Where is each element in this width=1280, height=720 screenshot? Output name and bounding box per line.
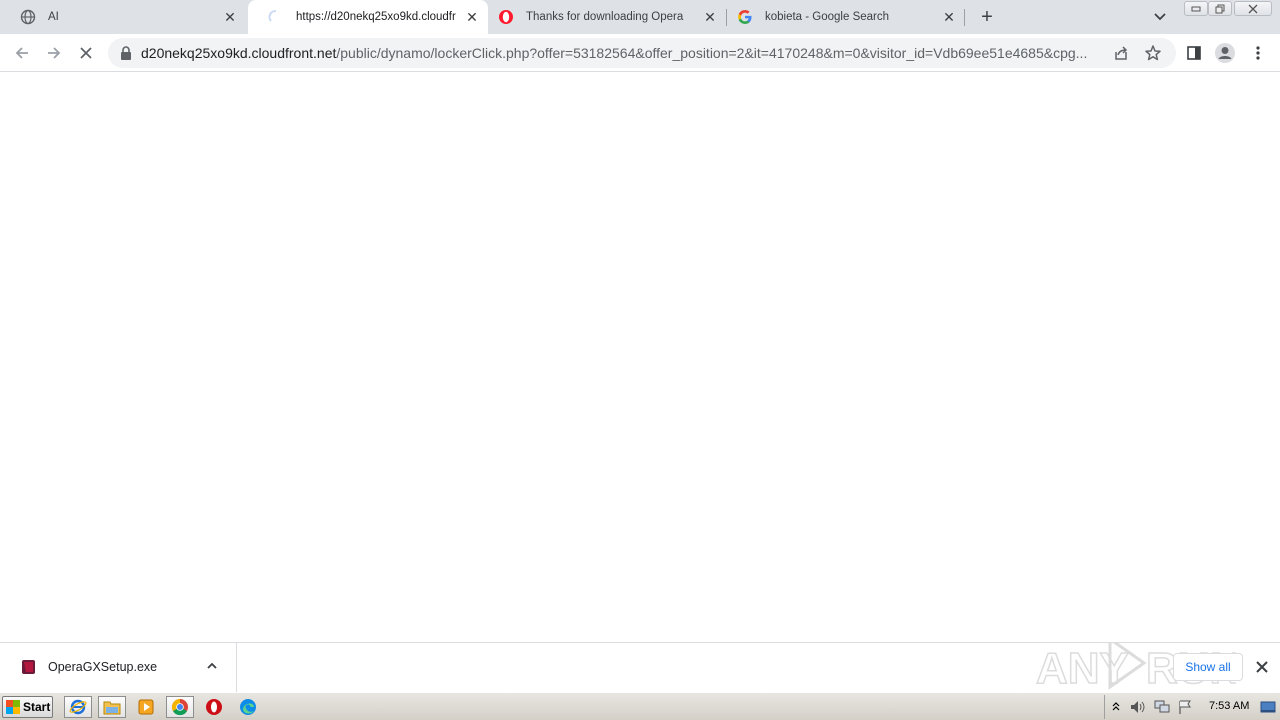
taskbar-app-media-player[interactable] (132, 696, 160, 718)
side-panel-button[interactable] (1183, 42, 1205, 64)
page-content (0, 72, 1280, 642)
taskbar-app-internet-explorer[interactable] (64, 696, 92, 718)
url-path: /public/dynamo/lockerClick.php?offer=531… (336, 45, 1088, 61)
stop-x-icon (80, 47, 92, 59)
kebab-menu-icon (1256, 46, 1260, 60)
browser-toolbar: d20nekq25xo9kd.cloudfront.net/public/dyn… (0, 34, 1280, 72)
action-center-flag-icon[interactable] (1177, 699, 1193, 715)
back-button[interactable] (11, 42, 33, 64)
tab-title: kobieta - Google Search (765, 11, 890, 23)
tab-ai[interactable]: AI ✕ (0, 0, 246, 34)
start-label: Start (23, 700, 51, 714)
loading-spinner-icon (268, 9, 284, 25)
minimize-button[interactable] (1184, 1, 1208, 16)
opera-gx-file-icon (22, 660, 35, 674)
tab-search-chevron-icon[interactable] (1150, 8, 1170, 26)
close-download-bar-icon[interactable] (1253, 658, 1271, 676)
restore-button[interactable] (1208, 1, 1232, 16)
profile-button[interactable] (1214, 42, 1236, 64)
windows-flag-icon (6, 700, 20, 714)
lock-icon (121, 46, 131, 60)
share-icon[interactable] (1112, 44, 1130, 62)
close-tab-icon[interactable]: ✕ (464, 9, 480, 25)
new-tab-button[interactable]: + (976, 6, 998, 28)
close-tab-icon[interactable]: ✕ (702, 9, 718, 25)
tab-google-search[interactable]: kobieta - Google Search ✕ (727, 0, 965, 34)
side-panel-icon (1187, 46, 1201, 60)
forward-arrow-icon (48, 47, 61, 59)
tab-title: https://d20nekq25xo9kd.cloudfront (296, 11, 456, 23)
start-button[interactable]: Start (2, 696, 53, 718)
taskbar-app-edge[interactable] (234, 696, 262, 718)
tab-cloudfront[interactable]: https://d20nekq25xo9kd.cloudfront ✕ (248, 0, 488, 34)
opera-icon (206, 699, 222, 715)
tab-opera[interactable]: Thanks for downloading Opera ✕ (488, 0, 726, 34)
chevron-up-icon[interactable] (204, 658, 220, 674)
back-arrow-icon (15, 47, 28, 59)
network-icon[interactable] (1153, 699, 1171, 715)
volume-icon[interactable] (1129, 699, 1147, 715)
show-desktop-icon[interactable] (1260, 699, 1276, 715)
address-bar[interactable]: d20nekq25xo9kd.cloudfront.net/public/dyn… (108, 38, 1176, 68)
chrome-icon (171, 698, 188, 716)
show-all-downloads-button[interactable]: Show all (1173, 653, 1243, 681)
restore-icon (1215, 4, 1225, 13)
menu-button[interactable] (1247, 42, 1269, 64)
close-tab-icon[interactable]: ✕ (941, 9, 957, 25)
download-item[interactable]: OperaGXSetup.exe (0, 643, 237, 692)
bookmark-star-icon[interactable] (1144, 44, 1162, 62)
taskbar-app-opera[interactable] (200, 696, 228, 718)
show-hidden-icons-icon[interactable] (1111, 700, 1121, 712)
minimize-icon (1191, 6, 1201, 11)
stop-loading-button[interactable] (75, 42, 97, 64)
close-icon (1248, 4, 1258, 13)
forward-button[interactable] (43, 42, 65, 64)
close-window-button[interactable] (1234, 1, 1272, 16)
profile-avatar-icon (1215, 43, 1235, 63)
opera-icon (498, 9, 514, 25)
globe-icon (20, 9, 36, 25)
url-text[interactable]: d20nekq25xo9kd.cloudfront.net/public/dyn… (141, 45, 1109, 61)
tab-title: AI (48, 11, 59, 23)
taskbar-app-file-explorer[interactable] (98, 696, 126, 718)
tab-title: Thanks for downloading Opera (526, 11, 684, 23)
media-player-icon (138, 699, 154, 715)
taskbar-app-chrome[interactable] (166, 696, 194, 718)
url-host: d20nekq25xo9kd.cloudfront.net (141, 45, 337, 61)
download-bar: OperaGXSetup.exe ANY RUN Show all (0, 642, 1280, 692)
download-filename: OperaGXSetup.exe (48, 660, 158, 674)
edge-icon (240, 699, 256, 715)
tab-divider (964, 9, 965, 26)
close-tab-icon[interactable]: ✕ (222, 9, 238, 25)
file-explorer-icon (103, 701, 121, 715)
google-icon (737, 9, 753, 25)
system-tray: 7:53 AM (1104, 695, 1278, 719)
windows-taskbar: Start 7:53 AM (0, 692, 1280, 720)
taskbar-clock[interactable]: 7:53 AM (1209, 700, 1249, 712)
internet-explorer-icon (69, 699, 87, 715)
tab-strip: AI ✕ https://d20nekq25xo9kd.cloudfront ✕… (0, 0, 1280, 34)
